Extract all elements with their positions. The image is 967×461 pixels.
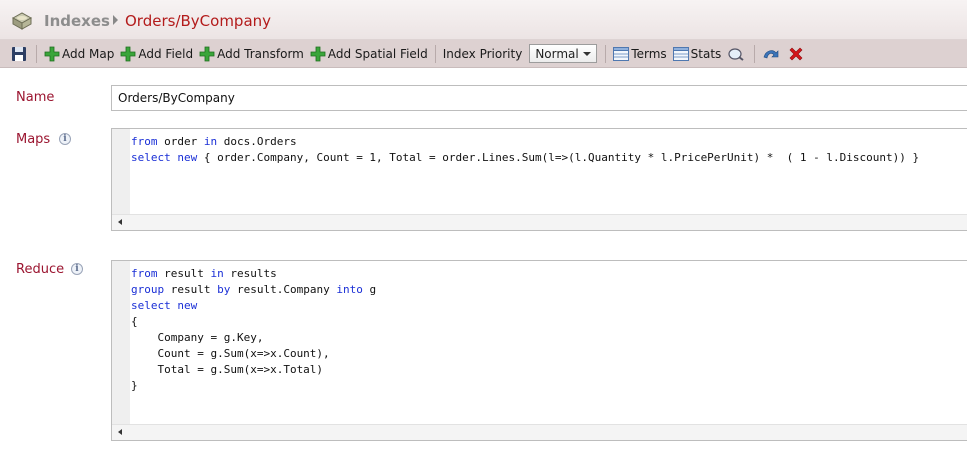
- plus-icon: [120, 46, 136, 61]
- add-field-button[interactable]: Add Field: [117, 44, 196, 64]
- code-line: from result in results: [131, 266, 376, 282]
- code-text: results: [223, 267, 277, 280]
- horizontal-scrollbar[interactable]: [112, 214, 967, 230]
- scroll-left-icon[interactable]: [118, 219, 122, 225]
- code-text: g: [362, 283, 377, 296]
- code-text: order: [157, 135, 204, 148]
- breadcrumb-indexes[interactable]: Indexes: [44, 12, 110, 30]
- code-keyword: in: [203, 135, 218, 148]
- code-text: result: [157, 267, 211, 280]
- terms-label: Terms: [631, 46, 667, 61]
- code-keyword: group: [131, 283, 165, 296]
- code-text: result.Company: [230, 283, 337, 296]
- code-keyword: new: [177, 299, 198, 312]
- code-line: select new { order.Company, Count = 1, T…: [131, 150, 919, 166]
- name-label: Name: [16, 90, 55, 105]
- add-map-button[interactable]: Add Map: [41, 44, 117, 64]
- code-keyword: new: [177, 151, 198, 164]
- add-spatial-field-label: Add Spatial Field: [327, 46, 428, 61]
- breadcrumb-current: Orders/ByCompany: [125, 12, 272, 30]
- toolbar-separator: [605, 44, 607, 63]
- add-field-label: Add Field: [138, 46, 194, 61]
- plus-icon: [199, 46, 215, 61]
- code-line: Company = g.Key,: [131, 330, 376, 346]
- toolbar-separator: [754, 44, 756, 63]
- code-text: { order.Company, Count = 1, Total = orde…: [197, 151, 920, 164]
- table-icon: [672, 46, 689, 61]
- add-transform-label: Add Transform: [217, 46, 304, 61]
- add-map-label: Add Map: [62, 46, 115, 61]
- code-line: group result by result.Company into g: [131, 282, 376, 298]
- save-icon: [12, 46, 26, 61]
- index-name-input[interactable]: [111, 85, 967, 111]
- code-line: {: [131, 314, 376, 330]
- terms-button[interactable]: Terms: [610, 44, 669, 64]
- editor-gutter: [112, 261, 130, 424]
- stats-label: Stats: [690, 46, 722, 61]
- magnifier-icon: [728, 47, 744, 61]
- code-line: select new: [131, 298, 376, 314]
- query-button[interactable]: [724, 44, 750, 64]
- code-text: Count = g.Sum(x=>x.Count),: [131, 347, 330, 360]
- reduce-code[interactable]: from result in results group result by re…: [131, 266, 376, 394]
- plus-icon: [44, 46, 60, 61]
- code-keyword: select: [131, 151, 171, 164]
- maps-code[interactable]: from order in docs.Orders select new { or…: [131, 134, 919, 166]
- delete-button[interactable]: [785, 44, 809, 64]
- reduce-label: Reduce: [16, 262, 65, 277]
- reset-button[interactable]: [759, 44, 785, 64]
- close-icon: [789, 47, 803, 60]
- index-priority-select[interactable]: Normal: [529, 44, 598, 63]
- title-bar: Indexes Orders/ByCompany: [0, 0, 967, 40]
- code-text: Company = g.Key,: [131, 331, 264, 344]
- info-icon[interactable]: i: [71, 263, 83, 275]
- add-spatial-field-button[interactable]: Add Spatial Field: [307, 44, 431, 64]
- index-priority-label: Index Priority: [442, 46, 523, 61]
- scroll-left-icon[interactable]: [118, 429, 122, 435]
- toolbar-separator: [36, 44, 37, 63]
- save-button[interactable]: [0, 44, 32, 64]
- maps-label: Maps: [16, 132, 51, 147]
- reduce-editor[interactable]: from result in results group result by re…: [111, 260, 967, 441]
- code-keyword: select: [131, 299, 171, 312]
- info-icon[interactable]: i: [59, 133, 71, 145]
- code-line: Total = g.Sum(x=>x.Total): [131, 362, 376, 378]
- horizontal-scrollbar[interactable]: [112, 424, 967, 440]
- code-text: Total = g.Sum(x=>x.Total): [131, 363, 324, 376]
- toolbar-separator: [434, 44, 436, 63]
- code-keyword: in: [210, 267, 224, 280]
- code-keyword: by: [217, 283, 231, 296]
- code-line: from order in docs.Orders: [131, 134, 919, 150]
- refresh-icon: [763, 49, 779, 58]
- code-keyword: into: [336, 283, 363, 296]
- maps-editor[interactable]: from order in docs.Orders select new { or…: [111, 128, 967, 231]
- editor-gutter: [112, 129, 130, 214]
- code-keyword: from: [131, 135, 158, 148]
- code-text: }: [131, 379, 138, 392]
- code-text: docs.Orders: [217, 135, 297, 148]
- chevron-down-icon: [583, 51, 592, 56]
- stats-button[interactable]: Stats: [670, 44, 725, 64]
- toolbar: Add Map Add Field Add Transform Add Spat…: [0, 40, 967, 68]
- code-text: {: [131, 315, 138, 328]
- plus-icon: [310, 46, 326, 61]
- table-icon: [613, 46, 630, 61]
- code-line: Count = g.Sum(x=>x.Count),: [131, 346, 376, 362]
- code-keyword: from: [131, 267, 158, 280]
- index-priority-value: Normal: [535, 46, 579, 61]
- code-text: result: [164, 283, 218, 296]
- database-icon: [11, 12, 33, 30]
- add-transform-button[interactable]: Add Transform: [196, 44, 307, 64]
- code-line: }: [131, 378, 376, 394]
- breadcrumb-arrow-icon: [113, 15, 118, 25]
